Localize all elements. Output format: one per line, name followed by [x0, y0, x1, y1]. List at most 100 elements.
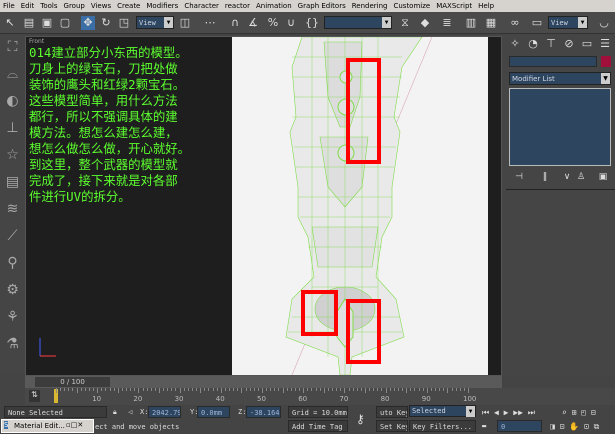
x-coordinate-field[interactable]: 2042.79 — [148, 406, 181, 418]
remove-modifier-icon[interactable]: ♙ — [574, 170, 588, 184]
stack-icon[interactable]: ≋ — [0, 196, 25, 223]
viewport-nav-icons[interactable]: ⌕ ⊞ ◰ ⊟ — [562, 408, 596, 417]
rotate-icon[interactable]: ↻ — [99, 16, 113, 30]
figure2-icon[interactable]: ⚗ — [0, 331, 25, 358]
key-mode-dropdown[interactable]: Selected ▼ — [409, 405, 476, 417]
absolute-mode-icon[interactable]: ◁ — [128, 408, 132, 416]
ruler-tick — [422, 388, 424, 391]
star-icon[interactable]: ☆ — [0, 142, 25, 169]
sphere-icon[interactable]: ◐ — [0, 88, 25, 115]
region-select-icon[interactable]: ▣ — [40, 16, 54, 30]
layer-manager-icon[interactable]: ≣ — [440, 16, 454, 30]
material-editor-taskbar[interactable]: S Material Edit... ▫□✕ — [1, 419, 94, 433]
make-unique-icon[interactable]: ∨ — [560, 170, 574, 184]
render-type-dropdown[interactable]: View ▼ — [548, 16, 588, 29]
menu-help[interactable]: Help — [478, 2, 494, 10]
menu-views[interactable]: Views — [91, 2, 111, 10]
schematic-view-icon[interactable]: ▦ — [484, 16, 498, 30]
figure-icon[interactable]: ⚘ — [0, 304, 25, 331]
create-icon[interactable]: ⛶ — [0, 34, 25, 61]
wrench-icon[interactable]: ⚲ — [0, 250, 25, 277]
modify-tab-icon[interactable]: ◔ — [526, 37, 540, 51]
auto-key-button[interactable]: uto Key — [376, 406, 408, 418]
key-filters-button[interactable]: Key Filters... — [409, 420, 476, 432]
menu-modifiers[interactable]: Modifiers — [146, 2, 178, 10]
current-frame-field[interactable]: 0 — [497, 420, 542, 432]
move-icon[interactable]: ✥ — [81, 16, 95, 30]
select-icon[interactable]: ↖ — [3, 16, 17, 30]
edit-named-selection-icon[interactable]: {} — [305, 16, 319, 30]
curve-editor-icon[interactable]: ▥ — [464, 16, 478, 30]
percent-snap-icon[interactable]: % — [266, 16, 280, 30]
time-slider-handle[interactable]: 0 / 100 — [35, 377, 110, 387]
pin-stack-icon[interactable]: ⊣ — [512, 170, 526, 184]
z-coordinate-field[interactable]: -38.164 — [246, 406, 281, 418]
reference-coord-dropdown[interactable]: View ▼ — [136, 16, 174, 29]
menu-group[interactable]: Group — [64, 2, 85, 10]
pivot-icon[interactable]: ◫ — [178, 16, 192, 30]
menu-maxscript[interactable]: MAXScript — [436, 2, 472, 10]
key-mode-icon[interactable]: ⇅ — [29, 390, 40, 402]
scale-icon[interactable]: ◳ — [117, 16, 131, 30]
menu-customize[interactable]: Customize — [393, 2, 430, 10]
quick-render-icon[interactable]: ◡ — [597, 16, 611, 30]
menu-character[interactable]: Character — [184, 2, 219, 10]
align-icon[interactable]: ◆ — [418, 16, 432, 30]
add-time-tag-button[interactable]: Add Time Tag — [288, 420, 348, 432]
key-icon[interactable]: ⚷ — [356, 412, 365, 426]
object-color-swatch[interactable] — [601, 56, 611, 67]
hierarchy-tab-icon[interactable]: ⊤ — [544, 37, 558, 51]
time-slider[interactable]: 0 / 100 — [25, 376, 502, 388]
manipulate-icon[interactable]: ⋯ — [203, 16, 217, 30]
spinner-snap-icon[interactable]: ∪ — [284, 16, 298, 30]
left-tool-column: ⛶ ⌓ ◐ ⊥ ☆ ▤ ≋ ⟋ ⚲ ⚙ ⚘ ⚗ — [0, 34, 25, 374]
playback-controls[interactable]: ⏮ ◀ ▶ ▶▶ ⏭ — [482, 408, 535, 418]
selection-status: None Selected — [4, 406, 107, 418]
named-selection-dropdown[interactable]: ▼ — [324, 16, 392, 29]
gear-icon[interactable]: ⚙ — [0, 277, 25, 304]
configure-sets-icon[interactable]: ▣ — [596, 170, 610, 184]
window-buttons[interactable]: ▫□✕ — [66, 421, 83, 429]
material-editor-icon[interactable]: ∞ — [508, 16, 522, 30]
menu-file[interactable]: File — [3, 2, 15, 10]
render-setup-icon[interactable]: ▭ — [530, 16, 544, 30]
modifier-stack[interactable] — [509, 88, 611, 166]
time-config-icon[interactable]: ▬ — [482, 422, 486, 430]
set-key-button[interactable]: Set Key — [376, 420, 408, 432]
window-crossing-icon[interactable]: ▢ — [58, 16, 72, 30]
y-coordinate-field[interactable]: 0.0mm — [197, 406, 230, 418]
menu-create[interactable]: Create — [117, 2, 140, 10]
ruler-tick — [64, 388, 66, 391]
ruler-tick — [307, 388, 309, 391]
menu-graph-editors[interactable]: Graph Editors — [298, 2, 346, 10]
menu-animation[interactable]: Animation — [256, 2, 292, 10]
mirror-icon[interactable]: ⧖ — [398, 16, 412, 30]
show-end-result-icon[interactable]: ‖ — [538, 170, 552, 184]
menu-reactor[interactable]: reactor — [225, 2, 250, 10]
select-by-name-icon[interactable]: ▤ — [22, 16, 36, 30]
viewport-nav-icons-2[interactable]: ◨ ⊡ ✋ ⊡ ⧉ — [550, 422, 599, 432]
display-tab-icon[interactable]: ▭ — [580, 37, 594, 51]
object-name-field[interactable] — [509, 56, 597, 67]
ruler-tick — [447, 388, 449, 393]
timeline-ruler[interactable]: ⇅ 10 20 30 40 50 60 70 80 90 100 — [25, 388, 615, 405]
motion-tab-icon[interactable]: ⊘ — [562, 37, 576, 51]
angle-snap-icon[interactable]: ∡ — [246, 16, 260, 30]
front-viewport[interactable]: Front 014建立部分小东西的模型。 刀身上的绿宝石，刀把处做 装饰的鹰头和… — [25, 36, 502, 376]
modifier-list-dropdown[interactable]: Modifier List ▼ — [509, 72, 611, 85]
lock-icon[interactable]: 🔒︎ — [113, 408, 117, 417]
snap-icon[interactable]: ∩ — [228, 16, 242, 30]
utilities-tab-icon[interactable]: ☰ — [598, 37, 612, 51]
ruler-tick — [138, 388, 140, 393]
create-tab-icon[interactable]: ✧ — [508, 37, 522, 51]
panel-icon[interactable]: ▤ — [0, 169, 25, 196]
hat-icon[interactable]: ⌓ — [0, 61, 25, 88]
pin-icon[interactable]: ⊥ — [0, 115, 25, 142]
brush-icon[interactable]: ⟋ — [0, 223, 25, 250]
viewport-label[interactable]: Front — [29, 38, 44, 45]
menu-tools[interactable]: Tools — [40, 2, 57, 10]
menu-rendering[interactable]: Rendering — [352, 2, 388, 10]
grid-status: Grid = 10.0mm — [288, 406, 348, 418]
menu-edit[interactable]: Edit — [21, 2, 35, 10]
menu-bar: File Edit Tools Group Views Create Modif… — [0, 0, 615, 12]
